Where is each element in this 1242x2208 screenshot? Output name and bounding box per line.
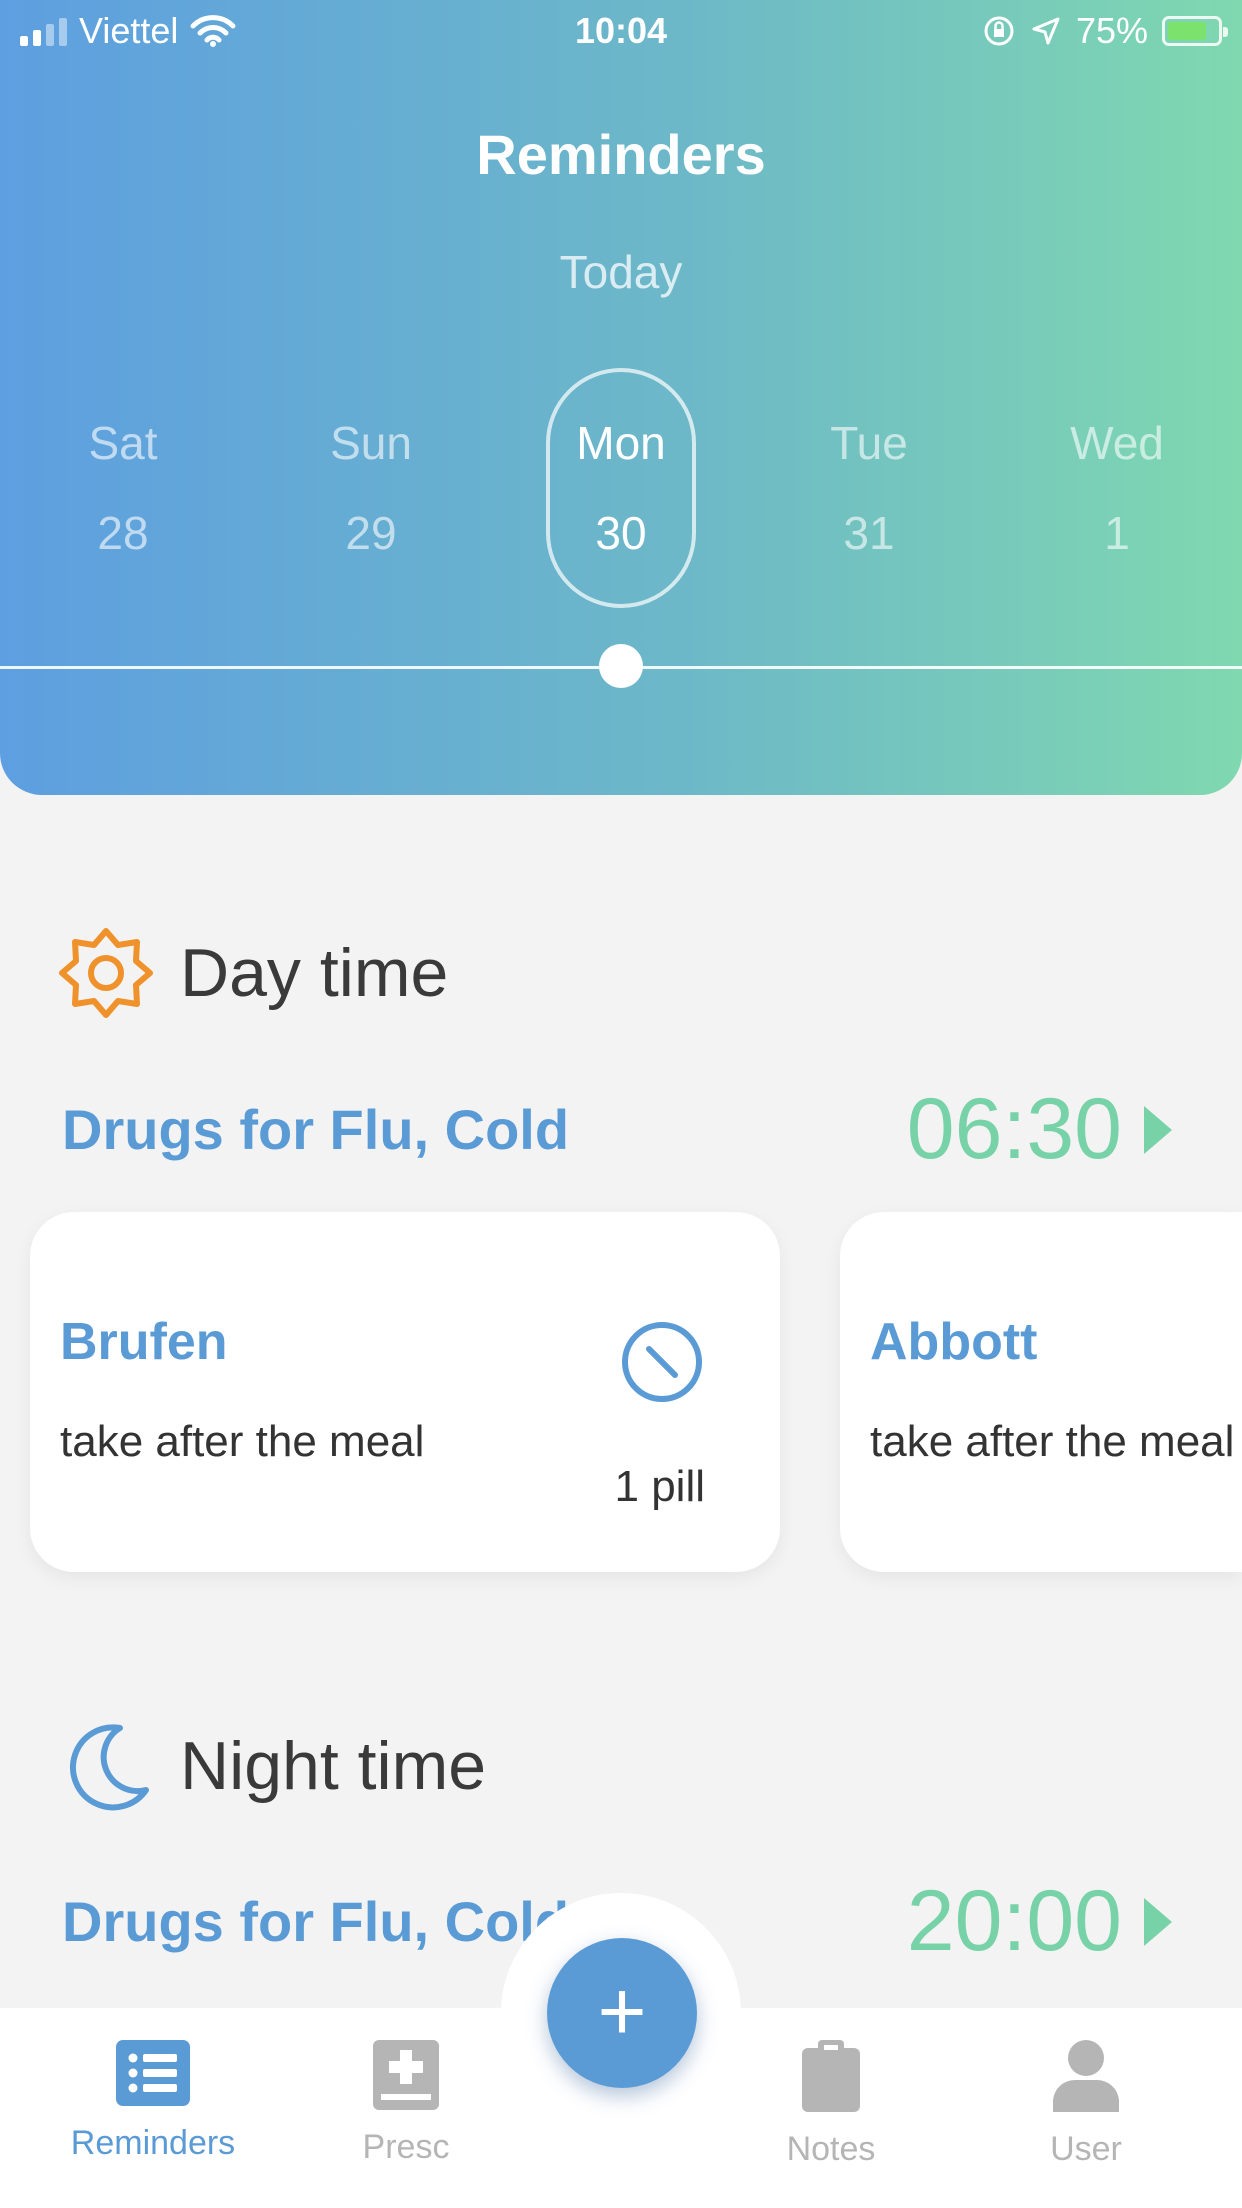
day-date: 29 — [345, 507, 397, 559]
day-date: 28 — [97, 507, 149, 559]
medicine-name: Abbott — [870, 1313, 1038, 1371]
day-name: Sun — [330, 417, 412, 469]
medicine-card-brufen[interactable]: Brufen take after the meal 1 pill — [30, 1212, 780, 1572]
day-name: Wed — [1070, 417, 1164, 469]
day-name: Sat — [88, 417, 158, 469]
medicine-note: take after the meal — [60, 1417, 425, 1466]
play-arrow-icon[interactable] — [1144, 1897, 1172, 1946]
section-day-time: Day time — [58, 925, 448, 1021]
drug-group-time: 06:30 — [907, 1080, 1172, 1179]
day-mon-selected[interactable]: Mon 30 — [546, 368, 696, 608]
tab-label: User — [1050, 2130, 1122, 2168]
day-date: 1 — [1104, 507, 1130, 559]
tab-reminders[interactable]: Reminders — [33, 2040, 273, 2163]
tab-label: Notes — [786, 2130, 876, 2168]
day-date: 31 — [843, 507, 895, 559]
tab-label: Reminders — [70, 2124, 236, 2162]
day-name: Tue — [830, 417, 908, 469]
medicine-card-abbott[interactable]: Abbott take after the meal — [840, 1212, 1242, 1572]
header: Viettel 10:04 75% Reminders Today Sat 28… — [0, 0, 1242, 795]
medicine-dose: 1 pill — [614, 1462, 706, 1511]
section-night-time: Night time — [58, 1718, 486, 1814]
battery-icon — [1162, 16, 1228, 46]
drug-group-name: Drugs for Flu, Cold — [62, 1098, 570, 1161]
clipboard-icon — [802, 2040, 860, 2112]
time-value: 06:30 — [906, 1081, 1122, 1177]
day-tue[interactable]: Tue 31 — [794, 368, 944, 608]
drug-group-name: Drugs for Flu, Cold — [62, 1890, 570, 1953]
day-date: 30 — [595, 507, 647, 559]
rotation-lock-icon — [984, 16, 1014, 46]
tab-label: Presc — [362, 2128, 450, 2166]
page-title: Reminders — [476, 123, 766, 186]
add-reminder-button[interactable]: + — [547, 1938, 697, 2088]
tab-notes[interactable]: Notes — [711, 2040, 951, 2169]
tab-user[interactable]: User — [966, 2040, 1206, 2169]
location-icon — [1032, 17, 1060, 45]
timeline-knob[interactable] — [599, 644, 643, 688]
drug-group-time: 20:00 — [907, 1872, 1172, 1971]
section-title: Day time — [180, 935, 449, 1011]
day-sun[interactable]: Sun 29 — [296, 368, 446, 608]
medicine-note: take after the meal — [870, 1417, 1235, 1466]
tab-prescriptions[interactable]: Presc — [286, 2040, 526, 2167]
skip-icon[interactable] — [620, 1320, 704, 1404]
day-sat[interactable]: Sat 28 — [48, 368, 198, 608]
time-value: 20:00 — [906, 1873, 1122, 1969]
section-title: Night time — [180, 1728, 487, 1804]
user-icon — [1053, 2040, 1119, 2112]
battery-percent: 75% — [1075, 10, 1148, 51]
drug-group-day[interactable]: Drugs for Flu, Cold 06:30 — [62, 1080, 1172, 1179]
play-arrow-icon[interactable] — [1144, 1105, 1172, 1154]
status-right: 75% — [982, 10, 1228, 52]
sun-icon — [59, 928, 153, 1018]
prescription-book-icon — [373, 2040, 439, 2110]
moon-icon — [70, 1724, 149, 1811]
status-bar: Viettel 10:04 75% — [0, 0, 1242, 64]
date-subtitle: Today — [559, 246, 683, 298]
day-wed[interactable]: Wed 1 — [1042, 368, 1192, 608]
list-icon — [116, 2040, 190, 2106]
day-name: Mon — [576, 417, 666, 469]
medicine-name: Brufen — [60, 1313, 228, 1371]
